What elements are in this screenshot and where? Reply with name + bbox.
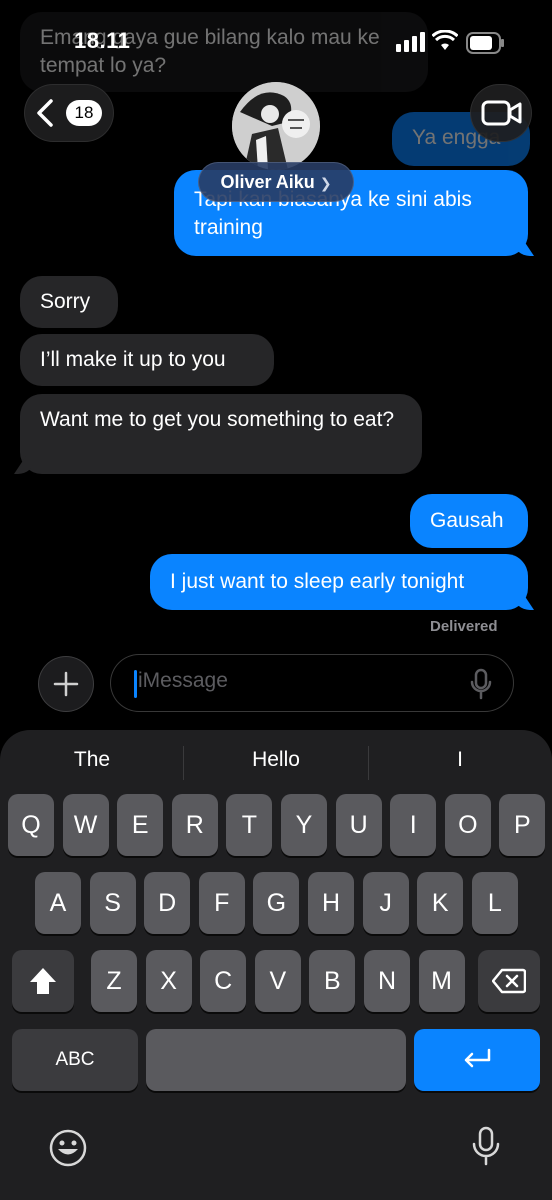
- key-s[interactable]: S: [89, 872, 136, 934]
- key-g[interactable]: G: [253, 872, 300, 934]
- emoji-icon[interactable]: [48, 1128, 88, 1168]
- outgoing-message[interactable]: Gausah: [410, 494, 528, 548]
- key-y[interactable]: Y: [281, 794, 327, 856]
- dictation-keyboard-microphone-icon[interactable]: [472, 1126, 500, 1168]
- key-e[interactable]: E: [117, 794, 164, 856]
- key-k[interactable]: K: [417, 872, 464, 934]
- space-bar[interactable]: [146, 1029, 406, 1091]
- key-t[interactable]: T: [226, 794, 273, 856]
- facetime-video-button[interactable]: [470, 84, 532, 142]
- dictation-microphone-icon[interactable]: [470, 668, 492, 700]
- message-input[interactable]: iMessage: [110, 654, 514, 712]
- key-h[interactable]: H: [308, 872, 354, 934]
- keyboard: The Hello I QWERTYUIOP ASDFGHJKL ZXCVBNM…: [0, 730, 552, 1200]
- return-key[interactable]: [414, 1029, 540, 1091]
- back-button[interactable]: 18: [24, 84, 114, 142]
- status-time: 18.11: [74, 28, 131, 53]
- suggestion-2[interactable]: Hello: [184, 748, 368, 772]
- incoming-message[interactable]: I’ll make it up to you: [20, 334, 274, 386]
- video-camera-icon: [481, 100, 522, 126]
- message-input-placeholder: iMessage: [138, 669, 228, 692]
- return-arrow-icon: [464, 1048, 491, 1068]
- key-c[interactable]: C: [200, 950, 247, 1012]
- abc-key[interactable]: ABC: [12, 1029, 138, 1091]
- key-z[interactable]: Z: [91, 950, 137, 1012]
- key-b[interactable]: B: [309, 950, 356, 1012]
- key-o[interactable]: O: [444, 794, 491, 856]
- wifi-icon: [431, 29, 459, 57]
- contact-name-button[interactable]: Oliver Aiku ❯: [198, 162, 354, 202]
- plus-icon: [53, 671, 79, 697]
- key-j[interactable]: J: [362, 872, 409, 934]
- key-i[interactable]: I: [390, 794, 437, 856]
- text-cursor: [134, 670, 137, 698]
- key-r[interactable]: R: [171, 794, 218, 856]
- key-d[interactable]: D: [144, 872, 191, 934]
- delete-key[interactable]: [478, 950, 540, 1012]
- delivered-status: Delivered: [430, 618, 498, 635]
- outgoing-message[interactable]: I just want to sleep early tonight: [150, 554, 528, 610]
- shift-key[interactable]: [12, 950, 74, 1012]
- key-l[interactable]: L: [471, 872, 518, 934]
- suggestion-1[interactable]: The: [0, 748, 184, 772]
- unread-count-badge: 18: [66, 100, 102, 126]
- key-x[interactable]: X: [145, 950, 192, 1012]
- backspace-icon: [491, 968, 527, 994]
- key-p[interactable]: P: [499, 794, 546, 856]
- shift-arrow-icon: [30, 968, 56, 994]
- key-f[interactable]: F: [198, 872, 245, 934]
- chevron-left-icon: [37, 99, 53, 127]
- avatar-image: [232, 82, 320, 170]
- contact-avatar[interactable]: [232, 82, 320, 170]
- key-v[interactable]: V: [254, 950, 301, 1012]
- chevron-right-icon: ❯: [319, 175, 332, 191]
- key-a[interactable]: A: [35, 872, 81, 934]
- cellular-signal-icon: [396, 32, 426, 57]
- battery-icon: [466, 32, 506, 59]
- key-u[interactable]: U: [335, 794, 382, 856]
- suggestion-3[interactable]: I: [368, 748, 552, 772]
- key-q[interactable]: Q: [8, 794, 54, 856]
- incoming-message[interactable]: Want me to get you something to eat?: [20, 394, 422, 474]
- key-m[interactable]: M: [418, 950, 465, 1012]
- key-w[interactable]: W: [62, 794, 109, 856]
- incoming-message[interactable]: Sorry: [20, 276, 118, 328]
- key-n[interactable]: N: [364, 950, 410, 1012]
- apps-plus-button[interactable]: [38, 656, 94, 712]
